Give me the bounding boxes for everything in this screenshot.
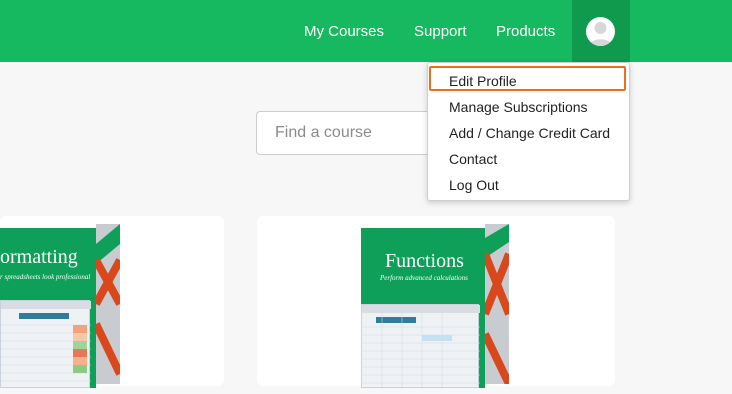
menu-item-edit-profile[interactable]: Edit Profile	[449, 72, 517, 90]
spreadsheet-preview	[361, 304, 480, 389]
nav-support[interactable]: Support	[414, 22, 467, 42]
user-silhouette-icon	[589, 22, 612, 46]
course-title: ormatting	[0, 246, 78, 268]
course-box-image: ormatting r spreadsheets look profession…	[0, 228, 96, 388]
course-subtitle: Perform advanced calculations	[380, 274, 468, 282]
top-navigation-bar: My Courses Support Products	[0, 0, 732, 62]
menu-item-log-out[interactable]: Log Out	[449, 176, 499, 194]
profile-dropdown-menu: Edit Profile Manage Subscriptions Add / …	[427, 62, 630, 201]
menu-item-manage-subscriptions[interactable]: Manage Subscriptions	[449, 98, 588, 116]
profile-menu-button[interactable]	[572, 0, 630, 62]
spreadsheet-preview	[0, 300, 91, 388]
nav-my-courses[interactable]: My Courses	[304, 22, 384, 42]
box-side-graphic	[481, 224, 513, 386]
menu-item-contact[interactable]: Contact	[449, 150, 497, 168]
avatar	[586, 17, 615, 46]
course-title: Functions	[385, 250, 464, 272]
nav-products[interactable]: Products	[496, 22, 555, 42]
course-box-side	[481, 224, 513, 386]
course-subtitle: r spreadsheets look professional	[0, 273, 91, 281]
search-input[interactable]	[256, 111, 456, 155]
spreadsheet-grid-graphic	[1, 301, 91, 382]
course-box-image: Functions Perform advanced calculations	[361, 228, 485, 389]
course-box-side	[92, 224, 124, 384]
menu-item-credit-card[interactable]: Add / Change Credit Card	[449, 124, 610, 142]
box-side-graphic	[92, 224, 124, 376]
spreadsheet-grid-graphic	[362, 305, 480, 389]
